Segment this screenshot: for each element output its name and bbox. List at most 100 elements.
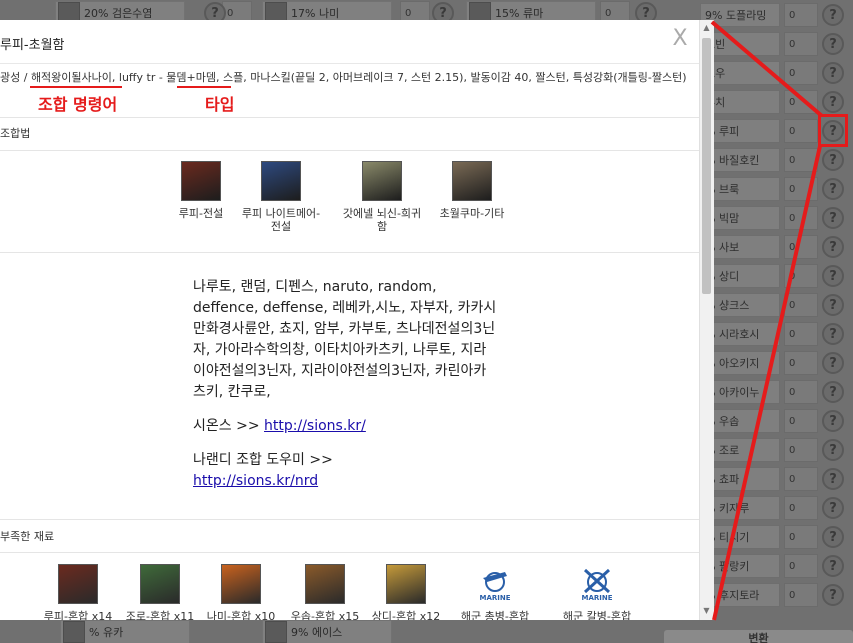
help-icon[interactable]: ? (822, 178, 844, 200)
help-icon[interactable]: ? (822, 526, 844, 548)
bg-right-item-count: 0 (784, 61, 818, 85)
help-icon[interactable]: ? (822, 33, 844, 55)
bg-thumb (265, 621, 287, 643)
description-block: 나루토, 랜덤, 디펜스, naruto, random, deffence, … (193, 277, 498, 492)
helper-link[interactable]: http://sions.kr/nrd (193, 473, 318, 489)
help-icon[interactable]: ? (822, 410, 844, 432)
command-underline (30, 86, 122, 88)
help-icon[interactable]: ? (822, 149, 844, 171)
scroll-up-icon[interactable]: ▲ (701, 23, 712, 33)
bg-item-label: 9% 에이스 (291, 626, 343, 639)
help-icon[interactable]: ? (822, 468, 844, 490)
bg-right-item-count: 0 (784, 90, 818, 114)
description-keywords: 나루토, 랜덤, 디펜스, naruto, random, deffence, … (193, 279, 497, 400)
missing-section-label: 부족한 재료 (0, 530, 55, 543)
help-icon[interactable]: ? (822, 584, 844, 606)
character-portrait-icon (362, 161, 402, 201)
bg-right-item-count: 0 (784, 322, 818, 346)
help-icon[interactable]: ? (822, 352, 844, 374)
bg-item-label: 15% 류마 (495, 7, 544, 20)
bg-item-label: % 유카 (89, 626, 124, 639)
help-icon[interactable]: ? (822, 294, 844, 316)
help-icon[interactable]: ? (822, 497, 844, 519)
material-label: 해군 총병-혼합 (460, 610, 530, 620)
bg-right-item-count: 0 (784, 351, 818, 375)
character-portrait-icon (305, 564, 345, 604)
recipe-item[interactable]: 초월쿠마-기타 (432, 161, 512, 220)
help-icon[interactable]: ? (822, 265, 844, 287)
bg-right-item-count: 0 (784, 554, 818, 578)
material-item[interactable]: 우솝-혼합 x15 (280, 564, 370, 620)
character-portrait-icon (386, 564, 426, 604)
help-icon[interactable]: ? (822, 236, 844, 258)
convert-button[interactable]: 변환 (664, 630, 853, 643)
bg-right-item-count: 0 (784, 119, 818, 143)
character-portrait-icon (221, 564, 261, 604)
sions-link[interactable]: http://sions.kr/ (264, 418, 366, 434)
material-label: 조로-혼합 x11 (125, 610, 195, 620)
bg-right-item-count: 0 (784, 148, 818, 172)
bg-thumb (63, 621, 85, 643)
scrollbar-thumb[interactable] (702, 38, 711, 294)
bg-right-item-count: 0 (784, 409, 818, 433)
help-icon[interactable]: ? (822, 439, 844, 461)
section-divider (0, 117, 699, 118)
character-portrait-icon (181, 161, 221, 201)
bg-bottom-item-1: 9% 에이스 (262, 620, 392, 643)
material-item[interactable]: MARINE 해군 칼병-혼합 (552, 564, 642, 620)
unit-meta-line: 광성 / 해적왕이될사나이, luffy tr - 물뎀+마뎀, 스플, 마나스… (0, 71, 687, 84)
command-annotation: 조합 명령어 (38, 95, 118, 114)
bg-right-item-count: 0 (784, 32, 818, 56)
bg-right-item-count: 0 (784, 525, 818, 549)
material-item[interactable]: 조로-혼합 x11 (115, 564, 205, 620)
modal-title: 루피-초월함 (0, 20, 700, 64)
helper-label: 나랜디 조합 도우미 >> (193, 452, 333, 468)
material-item[interactable]: 루피-혼합 x14 (33, 564, 123, 620)
section-divider (0, 552, 699, 553)
help-icon[interactable]: ? (822, 323, 844, 345)
material-label: 해군 칼병-혼합 (562, 610, 632, 620)
bg-right-item-count: 0 (784, 177, 818, 201)
type-annotation: 타입 (205, 95, 235, 114)
bg-right-item-count: 0 (784, 438, 818, 462)
help-icon[interactable]: ? (822, 381, 844, 403)
recipe-item[interactable]: 루피 나이트메어-전설 (241, 161, 321, 233)
material-item[interactable]: 상디-혼합 x12 (361, 564, 451, 620)
bg-right-item-count: 0 (784, 583, 818, 607)
bg-item-label: 20% 검은수염 (84, 7, 153, 20)
material-label: 상디-혼합 x12 (371, 610, 441, 620)
material-item[interactable]: MARINE 해군 총병-혼합 (450, 564, 540, 620)
bg-right-item-count: 0 (784, 496, 818, 520)
help-icon[interactable]: ? (822, 4, 844, 26)
scroll-down-icon[interactable]: ▼ (701, 606, 712, 616)
recipe-item-label: 갓에넬 뇌신-희귀함 (342, 207, 422, 233)
help-icon[interactable]: ? (822, 91, 844, 113)
section-divider (0, 252, 699, 253)
marine-text: MARINE (479, 594, 510, 602)
bg-right-item-count: 0 (784, 380, 818, 404)
character-portrait-icon (140, 564, 180, 604)
close-icon[interactable]: X (668, 28, 692, 52)
sions-label: 시온스 >> (193, 418, 265, 434)
bg-right-item-count: 0 (784, 3, 818, 27)
recipe-item-label: 초월쿠마-기타 (439, 207, 505, 220)
bg-right-item-count: 0 (784, 264, 818, 288)
material-item[interactable]: 나미-혼합 x10 (196, 564, 286, 620)
character-portrait-icon (261, 161, 301, 201)
recipe-item-label: 루피-전설 (178, 207, 224, 220)
recipe-item[interactable]: 갓에넬 뇌신-희귀함 (342, 161, 422, 233)
help-icon[interactable]: ? (822, 555, 844, 577)
character-portrait-icon (452, 161, 492, 201)
bg-right-item-count: 0 (784, 467, 818, 491)
bg-right-item-count: 0 (784, 235, 818, 259)
bg-bottom-item-0: % 유카 (60, 620, 190, 643)
marine-gun-icon: MARINE (479, 572, 511, 602)
highlight-box (818, 114, 848, 147)
recipe-item[interactable]: 루피-전설 (161, 161, 241, 220)
help-icon[interactable]: ? (822, 62, 844, 84)
help-icon[interactable]: ? (822, 207, 844, 229)
recipe-section-label: 조합법 (0, 127, 31, 140)
marine-text: MARINE (581, 594, 612, 602)
section-divider (0, 519, 699, 520)
helper-line: 나랜디 조합 도우미 >> http://sions.kr/nrd (193, 450, 498, 492)
